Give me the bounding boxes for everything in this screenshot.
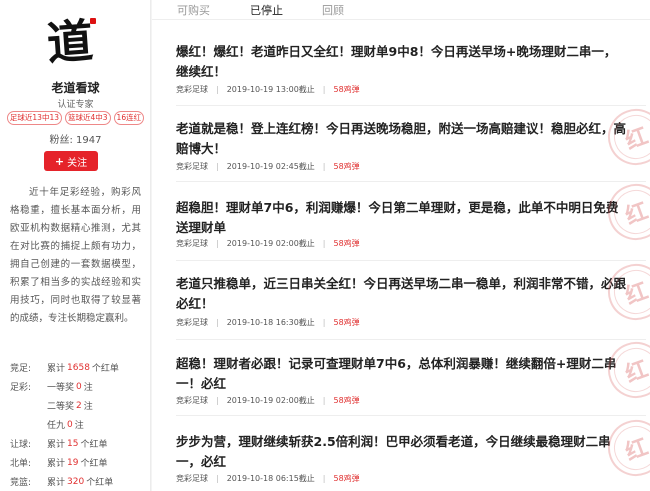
article-price: 58鸡弹 [333, 239, 360, 248]
stat-row-jinglan: 竞篮: 累计 320 个红单 [10, 476, 114, 489]
plus-icon: + [54, 154, 65, 168]
article-title[interactable]: 爆红！爆红！老道昨日又全红！理财单9中8！今日再送早场+晚场理财二串一，继续红！ [176, 42, 628, 82]
article-price: 58鸡弹 [333, 396, 360, 405]
meta-divider: | [322, 239, 326, 248]
article-meta: 竞彩足球 | 2019-10-19 13:00截止 | 58鸡弹 [176, 84, 360, 95]
meta-divider: | [322, 85, 326, 94]
meta-divider: | [322, 474, 326, 483]
article-category: 竞彩足球 [176, 162, 208, 171]
red-stamp-icon: 红 [600, 334, 650, 406]
avatar-seal-mark [90, 18, 96, 24]
article-price: 58鸡弹 [333, 162, 360, 171]
meta-divider: | [322, 396, 326, 405]
follow-label: 关注 [67, 157, 88, 169]
article-meta: 竞彩足球 | 2019-10-19 02:00截止 | 58鸡弹 [176, 238, 360, 249]
status-tabs: 可购买 已停止 回顾 [152, 0, 650, 20]
tab-available[interactable]: 可购买 [177, 2, 210, 18]
expert-sidebar: 道 老道看球 认证专家 足球近13中13 篮球近4中3 16连红 粉丝: 194… [0, 0, 151, 491]
red-stamp-icon: 红 [600, 412, 650, 484]
avatar-calligraphy: 道 [45, 13, 95, 71]
meta-divider: | [216, 85, 219, 94]
article-category: 竞彩足球 [176, 239, 208, 248]
article-category: 竞彩足球 [176, 474, 208, 483]
article-item[interactable]: 红 老道就是稳！登上连红榜！今日再送晚场稳胆，附送一场高赔建议！稳胆必红，高赔博… [176, 101, 650, 182]
stat-row-renjiu: 任九 0 注 [47, 419, 84, 432]
article-meta: 竞彩足球 | 2019-10-19 02:00截止 | 58鸡弹 [176, 395, 360, 406]
meta-divider: | [216, 474, 219, 483]
expert-name: 老道看球 [51, 81, 100, 95]
tab-stopped[interactable]: 已停止 [250, 2, 283, 18]
article-item[interactable]: 红 步步为营，理财继续斩获2.5倍利润！巴甲必须看老道，今日继续最稳理财二串一，… [176, 412, 650, 491]
fans-count: 粉丝: 1947 [0, 131, 151, 146]
stats-list: 竞足: 累计 1658 个红单 足彩: 一等奖 0 注 二等奖 2 注 任九 0… [10, 358, 148, 491]
article-title[interactable]: 老道就是稳！登上连红榜！今日再送晚场稳胆，附送一场高赔建议！稳胆必红，高赔博大！ [176, 119, 628, 159]
article-item[interactable]: 爆红！爆红！老道昨日又全红！理财单9中8！今日再送早场+晚场理财二串一，继续红！… [176, 42, 646, 106]
badge-basketball-streak: 篮球近4中3 [65, 111, 111, 125]
meta-divider: | [216, 162, 219, 171]
badge-win-streak: 16连红 [113, 111, 145, 125]
article-meta: 竞彩足球 | 2019-10-18 16:30截止 | 58鸡弹 [176, 317, 360, 328]
stat-row-rangqiu: 让球: 累计 15 个红单 [10, 438, 108, 451]
article-panel: 可购买 已停止 回顾 爆红！爆红！老道昨日又全红！理财单9中8！今日再送早场+晚… [152, 0, 650, 491]
certification-label: 认证专家 [57, 100, 94, 110]
article-price: 58鸡弹 [333, 474, 360, 483]
fans-label: 粉丝: [49, 135, 73, 146]
badge-football-streak: 足球近13中13 [6, 111, 62, 125]
stat-row-zucai-first: 足彩: 一等奖 0 注 [10, 381, 93, 394]
expert-bio: 近十年足彩经验，购彩风格稳重，擅长基本面分析，用欧亚机构数据精心推测，尤其在对比… [10, 187, 141, 324]
article-title[interactable]: 步步为营，理财继续斩获2.5倍利润！巴甲必须看老道，今日继续最稳理财二串一，必红 [176, 432, 628, 472]
article-deadline: 2019-10-19 02:00截止 [226, 239, 315, 248]
fans-value: 1947 [76, 135, 102, 146]
article-category: 竞彩足球 [176, 85, 208, 94]
article-title[interactable]: 超稳胆！理财单7中6，利润赚爆！今日第二单理财，更是稳，此单不中明日免费送理财单 [176, 198, 628, 238]
achievement-badges: 足球近13中13 篮球近4中3 16连红 [0, 111, 151, 125]
article-deadline: 2019-10-18 06:15截止 [226, 474, 315, 483]
article-item[interactable]: 红 超稳胆！理财单7中6，利润赚爆！今日第二单理财，更是稳，此单不中明日免费送理… [176, 176, 650, 261]
article-price: 58鸡弹 [333, 85, 360, 94]
article-meta: 竞彩足球 | 2019-10-19 02:45截止 | 58鸡弹 [176, 161, 360, 172]
article-item[interactable]: 红 超稳！理财者必跟！记录可查理财单7中6，总体利润暴赚！继续翻倍+理财二串一！… [176, 334, 650, 416]
red-stamp-icon: 红 [600, 256, 650, 328]
stat-row-beidan: 北单: 累计 19 个红单 [10, 457, 108, 470]
article-title[interactable]: 老道只推稳单，近三日串关全红！今日再送早场二串一稳单，利润非常不错，必跟必红！ [176, 274, 628, 314]
red-stamp-icon: 红 [600, 101, 650, 173]
meta-divider: | [322, 318, 326, 327]
stat-row-jingzu: 竞足: 累计 1658 个红单 [10, 362, 119, 375]
article-deadline: 2019-10-18 16:30截止 [226, 318, 315, 327]
meta-divider: | [216, 318, 219, 327]
avatar[interactable]: 道 [40, 12, 100, 72]
follow-button[interactable]: + 关注 [44, 151, 98, 171]
article-price: 58鸡弹 [333, 318, 360, 327]
article-category: 竞彩足球 [176, 318, 208, 327]
article-deadline: 2019-10-19 02:45截止 [226, 162, 315, 171]
article-deadline: 2019-10-19 13:00截止 [226, 85, 315, 94]
stat-row-zucai-second: 二等奖 2 注 [47, 400, 93, 413]
article-category: 竞彩足球 [176, 396, 208, 405]
article-item[interactable]: 红 老道只推稳单，近三日串关全红！今日再送早场二串一稳单，利润非常不错，必跟必红… [176, 256, 650, 340]
article-deadline: 2019-10-19 02:00截止 [226, 396, 315, 405]
meta-divider: | [322, 162, 326, 171]
article-meta: 竞彩足球 | 2019-10-18 06:15截止 | 58鸡弹 [176, 473, 360, 484]
meta-divider: | [216, 239, 219, 248]
meta-divider: | [216, 396, 219, 405]
tab-review[interactable]: 回顾 [322, 2, 344, 18]
article-title[interactable]: 超稳！理财者必跟！记录可查理财单7中6，总体利润暴赚！继续翻倍+理财二串一！必红 [176, 354, 628, 394]
